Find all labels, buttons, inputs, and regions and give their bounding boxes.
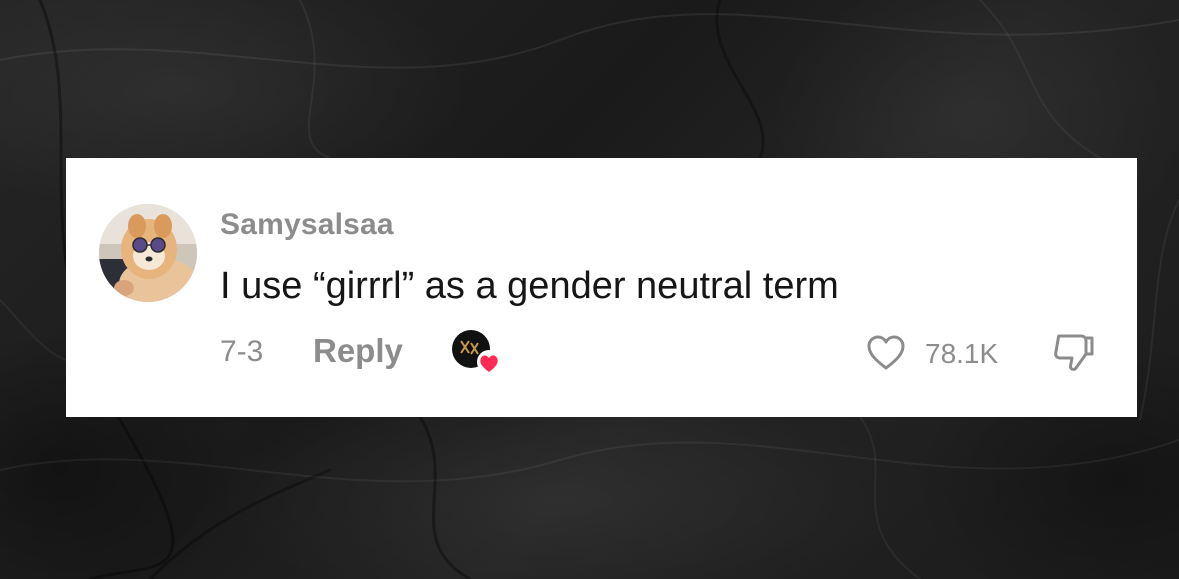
comment-date: 7-3 [220,335,264,368]
creator-liked-avatar-icon [452,330,501,374]
reply-button[interactable]: Reply [313,332,403,370]
dislike-button[interactable] [1049,332,1097,374]
creator-liked-badge[interactable] [451,329,503,377]
comment-card: Samysalsaa I use “girrrl” as a gender ne… [66,158,1137,417]
thumbs-down-icon [1054,334,1094,371]
like-button[interactable] [866,334,906,372]
comment-text: I use “girrrl” as a gender neutral term [220,265,839,307]
like-count: 78.1K [925,338,999,369]
user-avatar[interactable] [99,204,197,302]
username[interactable]: Samysalsaa [220,208,394,242]
heart-outline-icon [867,335,905,370]
